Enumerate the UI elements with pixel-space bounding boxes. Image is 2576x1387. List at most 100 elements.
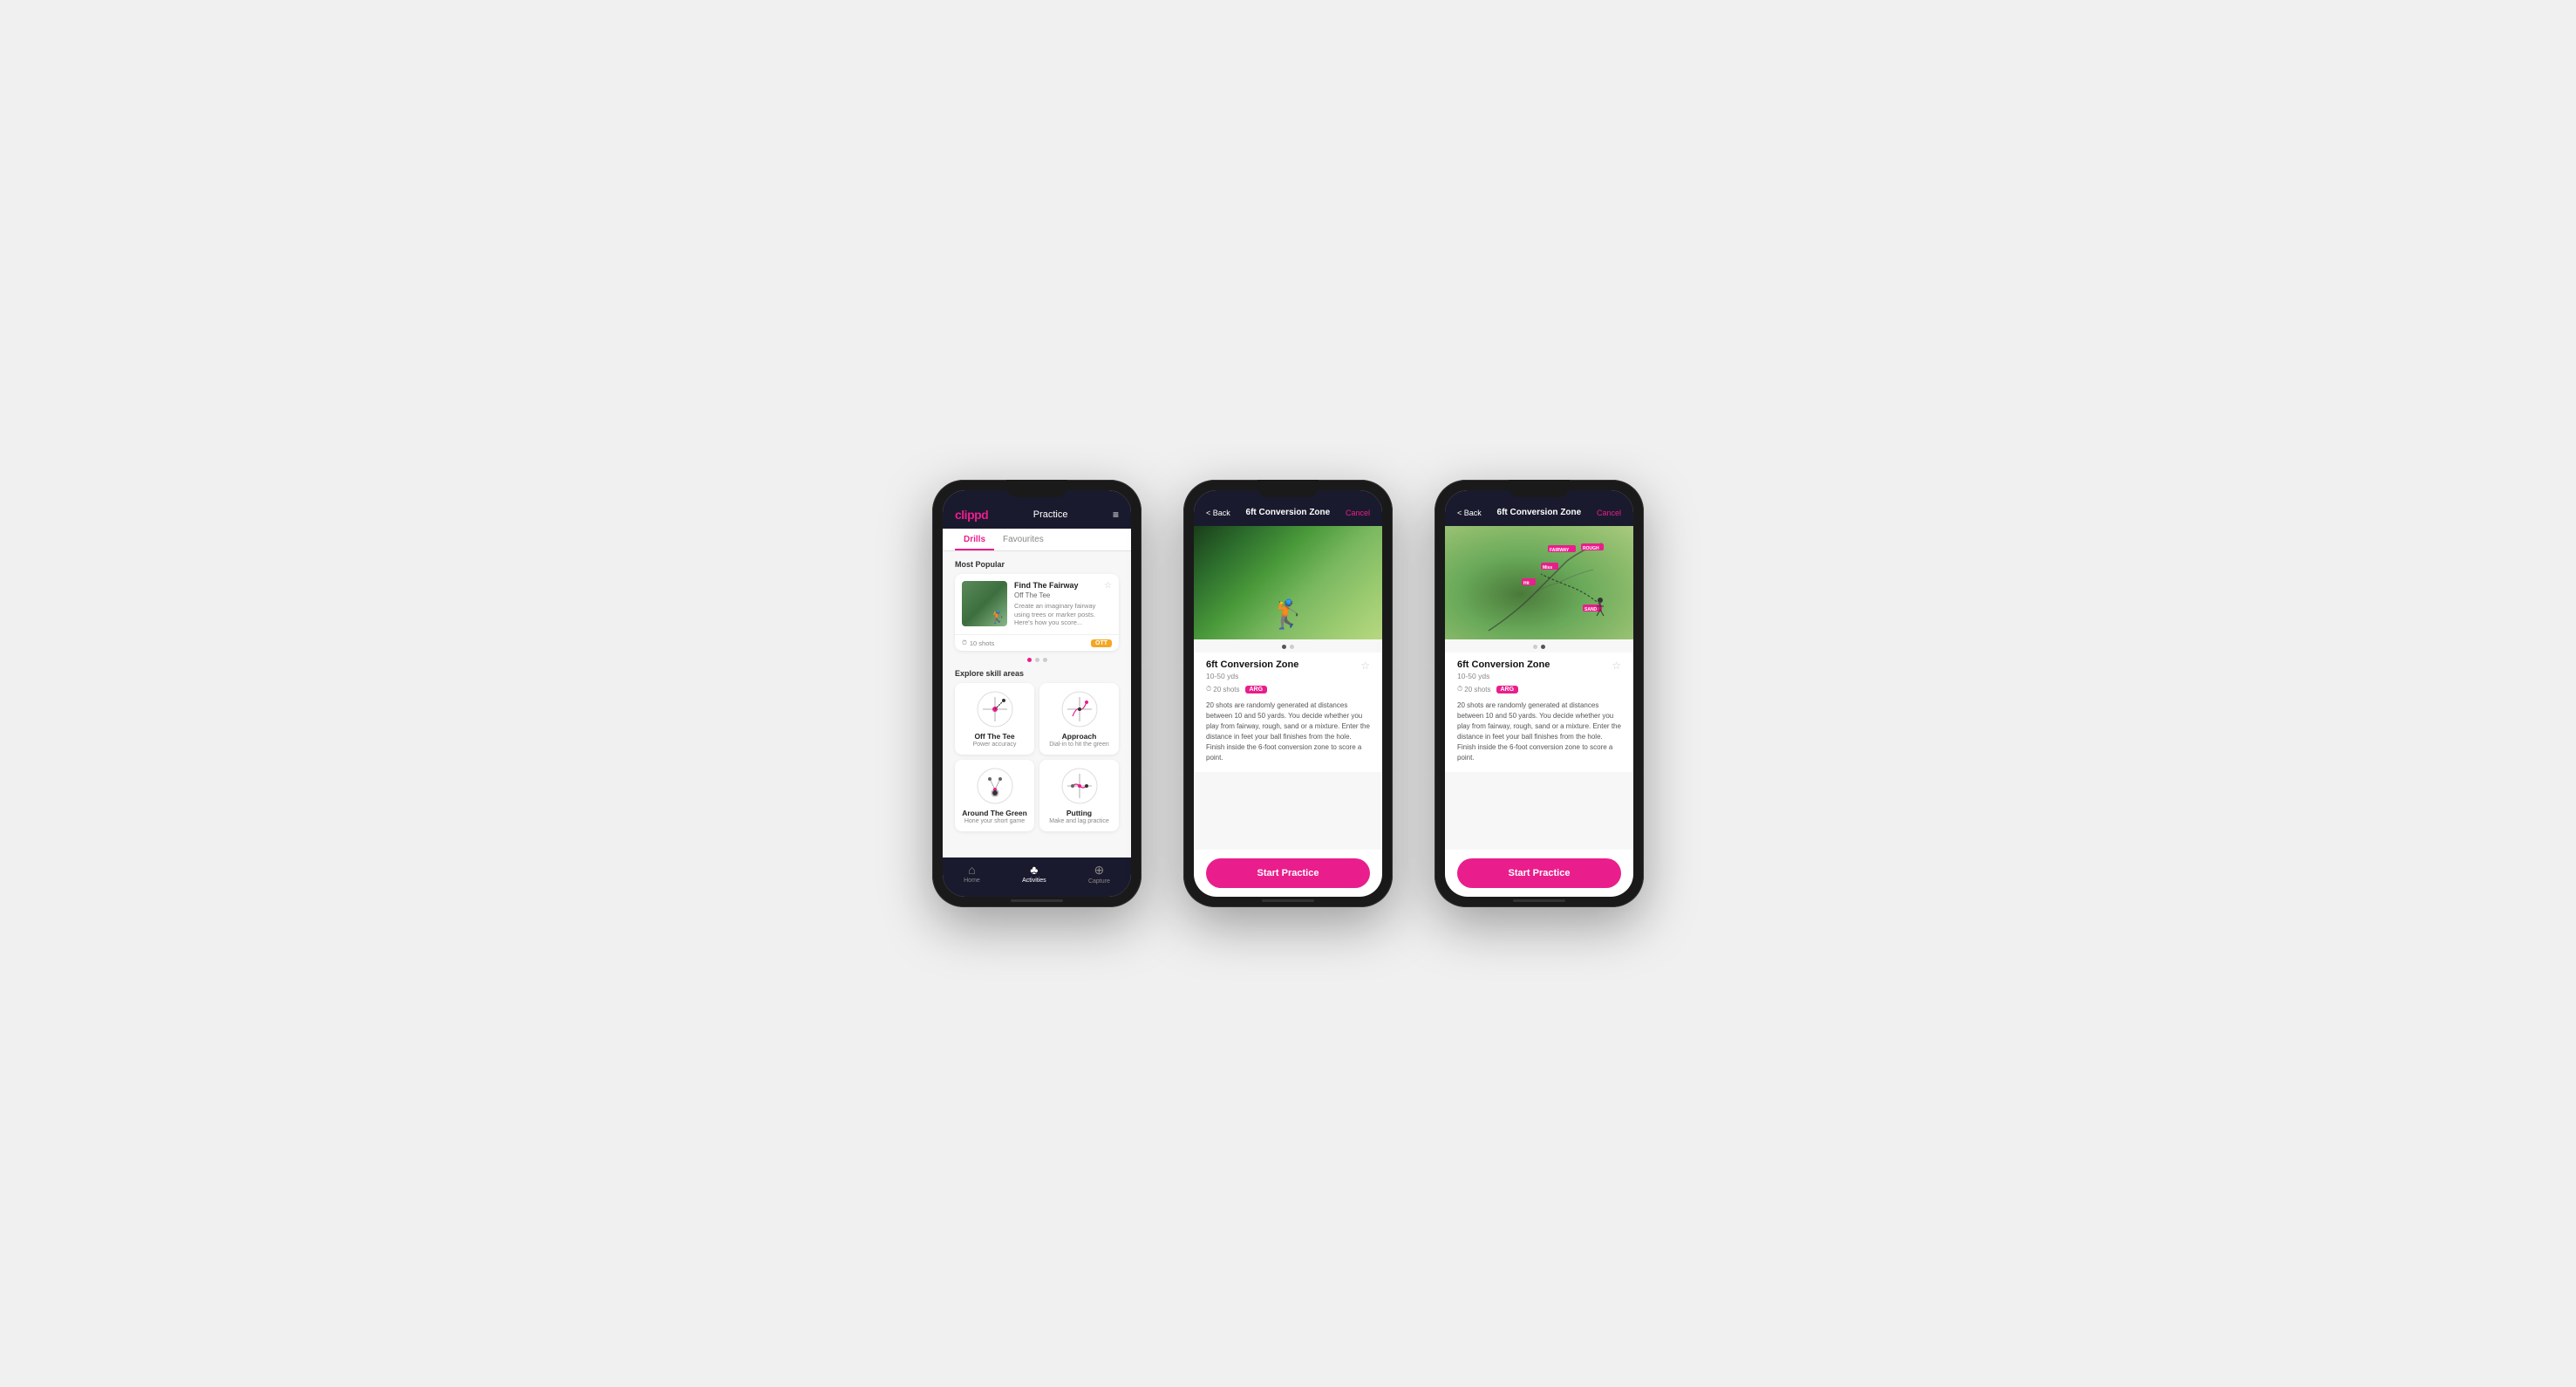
capture-icon: ⊕	[1094, 863, 1105, 878]
drill-meta-3: ⏱ 20 shots ARG	[1457, 685, 1621, 694]
bottom-nav: ⌂ Home ♣ Activities ⊕ Capture	[943, 857, 1131, 897]
dot-3[interactable]	[1043, 658, 1047, 662]
drill-card-image	[962, 581, 1007, 626]
clock-icon: ⏱	[962, 639, 967, 647]
drill-star-icon[interactable]: ☆	[1104, 581, 1112, 591]
around-green-icon	[976, 767, 1014, 805]
back-button-2[interactable]: < Back	[1206, 509, 1230, 517]
nav-activities-label: Activities	[1022, 878, 1046, 884]
nav-activities[interactable]: ♣ Activities	[1022, 863, 1046, 885]
carousel-dots	[955, 658, 1119, 662]
skill-putting[interactable]: Putting Make and lag practice	[1039, 760, 1119, 831]
drill-header-2: 6ft Conversion Zone 10-50 yds ☆	[1206, 659, 1370, 680]
drill-details-3: 6ft Conversion Zone 10-50 yds ☆ ⏱ 20 sho…	[1445, 653, 1633, 772]
img-dot-2-2[interactable]	[1290, 645, 1294, 649]
header-title: Practice	[1033, 509, 1068, 520]
clippd-logo: clippd	[955, 508, 988, 522]
phone-2-notch	[1257, 480, 1319, 497]
drill-tag-2: ARG	[1245, 686, 1268, 694]
svg-text:ROUGH: ROUGH	[1583, 546, 1599, 551]
svg-text:FAIRWAY: FAIRWAY	[1550, 548, 1570, 553]
back-button-3[interactable]: < Back	[1457, 509, 1482, 517]
phone-2-home-indicator	[1262, 899, 1314, 902]
start-practice-button-3[interactable]: Start Practice	[1457, 858, 1621, 888]
drill-shots-2: ⏱ 20 shots	[1206, 685, 1240, 694]
home-icon: ⌂	[968, 863, 975, 877]
approach-icon	[1060, 690, 1099, 728]
phone-3-screen: < Back 6ft Conversion Zone Cancel Miss H…	[1445, 490, 1633, 897]
phones-container: clippd Practice ≡ Drills Favourites Most…	[932, 480, 1644, 907]
phone-1-content: Most Popular Find The Fairway Off The Te…	[943, 551, 1131, 857]
putting-icon	[1060, 767, 1099, 805]
phone-3: < Back 6ft Conversion Zone Cancel Miss H…	[1435, 480, 1644, 907]
nav-home[interactable]: ⌂ Home	[964, 863, 980, 885]
dot-1[interactable]	[1027, 658, 1032, 662]
off-tee-sub: Power accuracy	[962, 741, 1027, 748]
tab-drills[interactable]: Drills	[955, 529, 994, 550]
drill-desc-2: 20 shots are randomly generated at dista…	[1206, 700, 1370, 763]
putting-sub: Make and lag practice	[1046, 818, 1112, 824]
drill-meta-2: ⏱ 20 shots ARG	[1206, 685, 1370, 694]
tabs-bar: Drills Favourites	[943, 529, 1131, 551]
approach-sub: Dial-in to hit the green	[1046, 741, 1112, 748]
drill-title-header-3: 6ft Conversion Zone	[1497, 508, 1582, 517]
drill-card-footer: ⏱ 10 shots OTT	[955, 634, 1119, 651]
putting-name: Putting	[1046, 809, 1112, 817]
drill-hero-photo	[1194, 526, 1382, 639]
svg-text:Miss: Miss	[1543, 565, 1552, 571]
spacer-3	[1445, 772, 1633, 850]
drill-shots-3: ⏱ 20 shots	[1457, 685, 1491, 694]
drill-description: Create an imaginary fairway using trees …	[1014, 602, 1097, 627]
around-green-sub: Hone your short game	[962, 818, 1027, 824]
img-dot-3-2[interactable]	[1541, 645, 1545, 649]
skill-around-green[interactable]: Around The Green Hone your short game	[955, 760, 1034, 831]
skill-areas-grid: Off The Tee Power accuracy	[955, 683, 1119, 831]
drill-title-2: 6ft Conversion Zone	[1206, 659, 1298, 670]
drill-range-2: 10-50 yds	[1206, 672, 1298, 680]
drill-star-3[interactable]: ☆	[1612, 659, 1621, 672]
drill-title: Find The Fairway	[1014, 581, 1097, 591]
skill-off-the-tee[interactable]: Off The Tee Power accuracy	[955, 683, 1034, 755]
around-green-name: Around The Green	[962, 809, 1027, 817]
svg-text:SAND: SAND	[1584, 607, 1598, 612]
start-practice-button-2[interactable]: Start Practice	[1206, 858, 1370, 888]
drill-shots: ⏱ 10 shots	[962, 639, 994, 647]
explore-label: Explore skill areas	[955, 669, 1119, 678]
approach-name: Approach	[1046, 732, 1112, 741]
drill-range-3: 10-50 yds	[1457, 672, 1550, 680]
dot-2[interactable]	[1035, 658, 1039, 662]
phone-2-screen: < Back 6ft Conversion Zone Cancel 6ft Co…	[1194, 490, 1382, 897]
clock-icon-2: ⏱	[1206, 685, 1211, 694]
drill-desc-3: 20 shots are randomly generated at dista…	[1457, 700, 1621, 763]
activities-icon: ♣	[1030, 863, 1038, 877]
off-tee-icon	[976, 690, 1014, 728]
nav-capture[interactable]: ⊕ Capture	[1088, 863, 1110, 885]
cancel-button-2[interactable]: Cancel	[1346, 509, 1370, 517]
tab-favourites[interactable]: Favourites	[994, 529, 1053, 550]
img-dot-2-1[interactable]	[1282, 645, 1286, 649]
skill-approach[interactable]: Approach Dial-in to hit the green	[1039, 683, 1119, 755]
phone-3-home-indicator	[1513, 899, 1565, 902]
drill-title-area-2: 6ft Conversion Zone 10-50 yds	[1206, 659, 1298, 680]
clock-icon-3: ⏱	[1457, 685, 1462, 694]
cancel-button-3[interactable]: Cancel	[1597, 509, 1621, 517]
hamburger-icon[interactable]: ≡	[1113, 509, 1119, 521]
drill-card-text: Find The Fairway Off The Tee Create an i…	[1014, 581, 1097, 627]
drill-star-2[interactable]: ☆	[1360, 659, 1370, 672]
phone-1-screen: clippd Practice ≡ Drills Favourites Most…	[943, 490, 1131, 897]
phone-2: < Back 6ft Conversion Zone Cancel 6ft Co…	[1183, 480, 1393, 907]
drill-details-2: 6ft Conversion Zone 10-50 yds ☆ ⏱ 20 sho…	[1194, 653, 1382, 772]
image-dots-3	[1445, 639, 1633, 653]
phone-3-notch	[1509, 480, 1570, 497]
most-popular-label: Most Popular	[955, 560, 1119, 569]
nav-capture-label: Capture	[1088, 878, 1110, 885]
img-dot-3-1[interactable]	[1533, 645, 1537, 649]
phone-1-home-indicator	[1011, 899, 1063, 902]
featured-drill-card[interactable]: Find The Fairway Off The Tee Create an i…	[955, 574, 1119, 651]
off-tee-name: Off The Tee	[962, 732, 1027, 741]
drill-header-3: 6ft Conversion Zone 10-50 yds ☆	[1457, 659, 1621, 680]
phone-1: clippd Practice ≡ Drills Favourites Most…	[932, 480, 1141, 907]
drill-hero-map: Miss Hit FAIRWAY ROUGH SAND	[1445, 526, 1633, 639]
drill-title-3: 6ft Conversion Zone	[1457, 659, 1550, 670]
drill-subtitle: Off The Tee	[1014, 591, 1097, 599]
